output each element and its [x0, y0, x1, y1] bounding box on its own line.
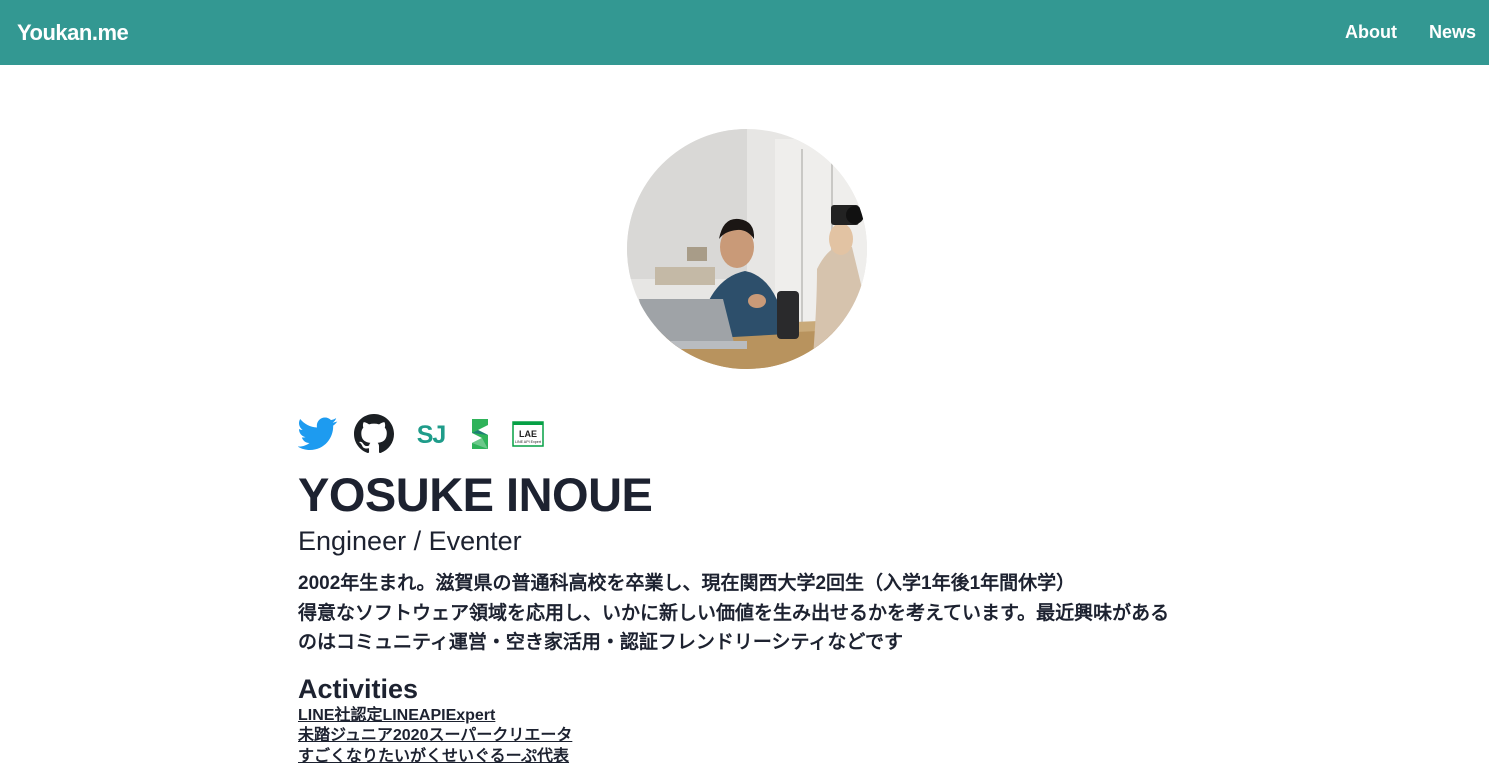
list-item: 未踏ジュニア2020スーパークリエータ [298, 726, 1198, 747]
profile-name: YOSUKE INOUE [298, 468, 653, 521]
github-icon [354, 413, 394, 459]
twitter-icon [297, 417, 338, 456]
activities-title: Activities [298, 673, 419, 704]
line-api-expert-link[interactable]: LAE LINE API Expert [510, 419, 546, 454]
bio-line: のはコミュニティ運営・空き家活用・認証フレンドリーシティなどです [298, 632, 903, 653]
social-icons: SJ LAE LINE API Expert [297, 413, 1198, 459]
activity-link-line-api-expert[interactable]: LINE社認定LINEAPIExpert [298, 707, 495, 724]
svg-text:SJ: SJ [417, 421, 446, 449]
list-item: LINE社認定LINEAPIExpert [298, 706, 1198, 727]
line-api-expert-icon: LAE LINE API Expert [510, 419, 546, 454]
nav-about-link[interactable]: About [1345, 22, 1397, 43]
sj-icon: SJ [410, 419, 452, 454]
navbar: Youkan.me About News [0, 0, 1489, 65]
activity-link-student-group[interactable]: すごくなりたいがくせいぐるーぷ代表 [298, 748, 569, 765]
activities-list: LINE社認定LINEAPIExpert 未踏ジュニア2020スーパークリエータ… [298, 706, 1198, 768]
brand-logo-link[interactable]: Youkan.me [17, 20, 129, 46]
list-item: すごくなりたいがくせいぐるーぷ代表 [298, 747, 1198, 768]
profile-photo [627, 129, 867, 369]
s-logo-icon [468, 417, 494, 456]
bio-line: 2002年生まれ。滋賀県の普通科高校を卒業し、現在関西大学2回生（入学1年後1年… [298, 573, 1076, 594]
github-link[interactable] [354, 413, 394, 459]
s-logo-link[interactable] [468, 417, 494, 456]
svg-text:LAE: LAE [519, 429, 537, 439]
nav-news-link[interactable]: News [1429, 22, 1476, 43]
svg-text:LINE API Expert: LINE API Expert [515, 440, 541, 444]
nav-links: About News [1345, 22, 1476, 43]
profile-role: Engineer / Eventer [298, 526, 522, 556]
profile-bio: 2002年生まれ。滋賀県の普通科高校を卒業し、現在関西大学2回生（入学1年後1年… [298, 569, 1198, 658]
activity-link-mitou-junior[interactable]: 未踏ジュニア2020スーパークリエータ [298, 727, 572, 744]
twitter-link[interactable] [297, 417, 338, 456]
sj-link[interactable]: SJ [410, 419, 452, 454]
bio-line: 得意なソフトウェア領域を応用し、いかに新しい価値を生み出せるかを考えています。最… [298, 602, 1170, 624]
profile-content: SJ LAE LINE API Expert YOSUKE INOUE Engi… [297, 413, 1198, 768]
